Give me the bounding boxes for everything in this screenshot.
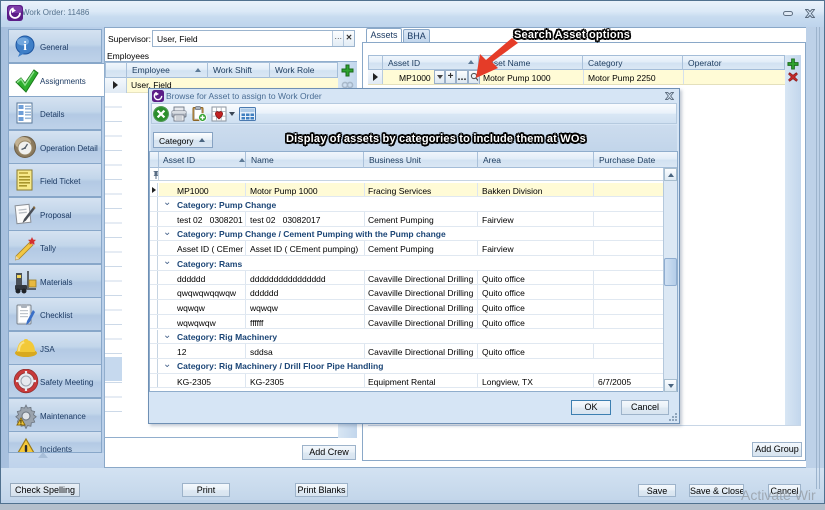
svg-text:i: i (23, 38, 27, 53)
svg-text:!: ! (20, 419, 22, 426)
